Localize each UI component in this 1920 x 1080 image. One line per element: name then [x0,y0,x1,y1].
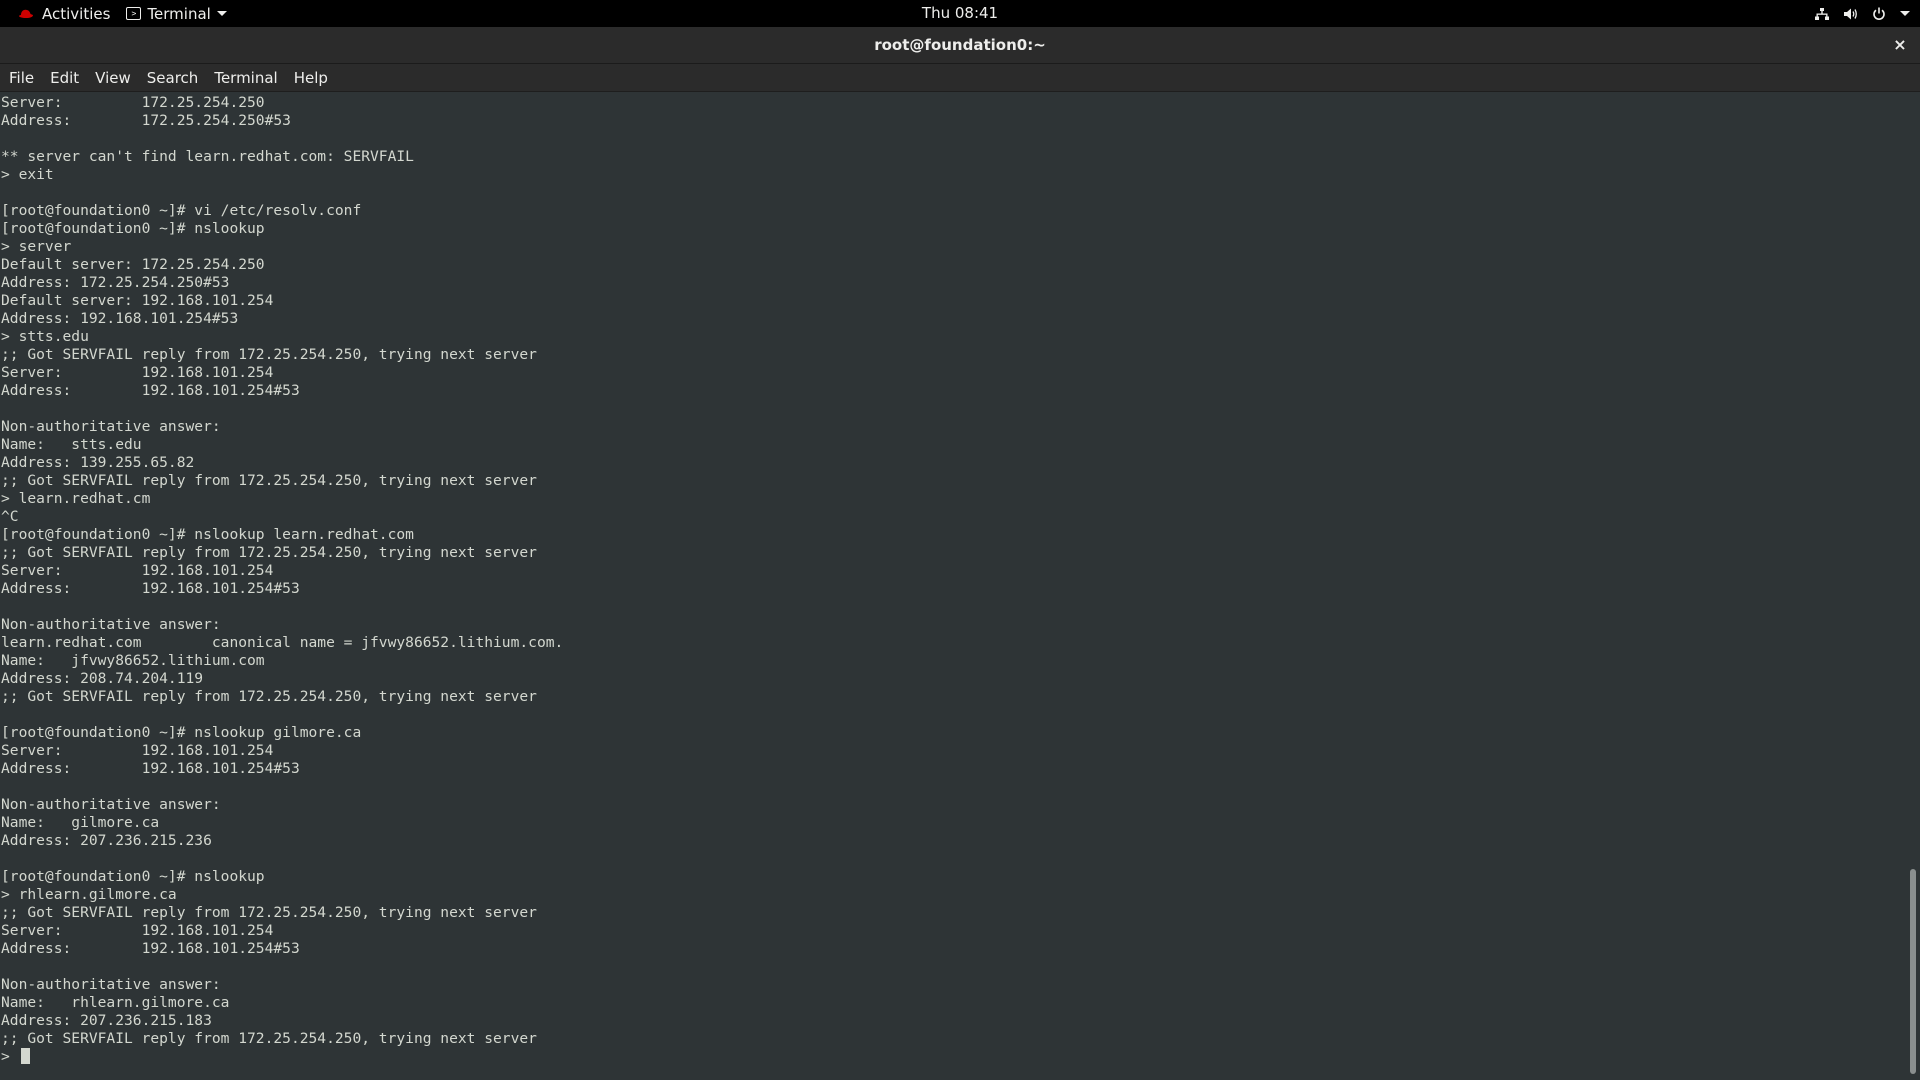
chevron-down-icon [216,11,227,16]
terminal-line: Address: 207.236.215.236 [1,832,212,849]
terminal-line: [root@foundation0 ~]# nslookup gilmore.c… [1,724,362,741]
terminal-line: > rhlearn.gilmore.ca [1,886,177,903]
terminal-line: Address: 192.168.101.254#53 [1,580,300,597]
redhat-logo-icon [19,9,33,18]
terminal-line: Server: 172.25.254.250 [1,94,265,111]
menu-help[interactable]: Help [286,64,336,92]
power-icon [1873,7,1885,20]
app-menu-terminal[interactable]: > Terminal [118,0,234,27]
terminal-line: ;; Got SERVFAIL reply from 172.25.254.25… [1,904,537,921]
terminal-line: > stts.edu [1,328,89,345]
terminal-line: Server: 192.168.101.254 [1,562,274,579]
terminal-line: Address: 172.25.254.250#53 [1,112,291,129]
terminal-line: Non-authoritative answer: [1,616,221,633]
terminal-scrollbar[interactable] [1906,93,1920,1080]
text-cursor [20,1048,30,1064]
terminal-line: Address: 192.168.101.254#53 [1,310,239,327]
top-bar: Activities > Terminal Thu 08:41 [0,0,1920,27]
terminal-line: Name: jfvwy86652.lithium.com [1,652,265,669]
activities-label: Activities [42,4,111,23]
terminal-line: ;; Got SERVFAIL reply from 172.25.254.25… [1,472,537,489]
terminal-line: Default server: 192.168.101.254 [1,292,274,309]
terminal-line: ;; Got SERVFAIL reply from 172.25.254.25… [1,1030,537,1047]
terminal-line: Address: 192.168.101.254#53 [1,940,300,957]
terminal-line: Address: 207.236.215.183 [1,1012,212,1029]
terminal-line: Default server: 172.25.254.250 [1,256,265,273]
terminal-line: > server [1,238,72,255]
terminal-line: ^C [1,508,19,525]
terminal-line: [root@foundation0 ~]# nslookup [1,868,265,885]
terminal-line: Non-authoritative answer: [1,796,221,813]
terminal-app-icon: > [126,7,142,20]
close-icon[interactable]: × [1890,35,1910,55]
clock[interactable]: Thu 08:41 [922,4,998,22]
window-titlebar[interactable]: root@foundation0:~ × [0,27,1920,64]
chevron-down-icon [1900,11,1910,16]
terminal-line: Name: rhlearn.gilmore.ca [1,994,230,1011]
terminal-line: Name: gilmore.ca [1,814,160,831]
top-bar-left: Activities > Terminal [10,0,235,27]
terminal-line: > exit [1,166,54,183]
terminal-line: Non-authoritative answer: [1,418,221,435]
terminal-line: [root@foundation0 ~]# nslookup learn.red… [1,526,414,543]
terminal-line: Name: stts.edu [1,436,142,453]
terminal-output[interactable]: Server: 172.25.254.250 Address: 172.25.2… [0,93,1906,1080]
terminal-line: ;; Got SERVFAIL reply from 172.25.254.25… [1,346,537,363]
menu-search[interactable]: Search [139,64,207,92]
terminal-line: Server: 192.168.101.254 [1,742,274,759]
terminal-text: Server: 172.25.254.250 Address: 172.25.2… [0,94,563,1066]
menu-file[interactable]: File [1,64,42,92]
activities-button[interactable]: Activities [10,0,118,27]
clock-container: Thu 08:41 [0,0,1920,27]
network-icon [1815,7,1829,20]
terminal-line: Non-authoritative answer: [1,976,221,993]
terminal-line: > learn.redhat.cm [1,490,151,507]
terminal-line: ** server can't find learn.redhat.com: S… [1,148,414,165]
terminal-line: [root@foundation0 ~]# vi /etc/resolv.con… [1,202,362,219]
terminal-lines: Server: 172.25.254.250 Address: 172.25.2… [1,94,563,1047]
menu-view[interactable]: View [87,64,139,92]
terminal-line: Address: 139.255.65.82 [1,454,195,471]
volume-icon [1844,8,1857,19]
terminal-line: Server: 192.168.101.254 [1,922,274,939]
terminal-line: Address: 192.168.101.254#53 [1,760,300,777]
terminal-line: Address: 192.168.101.254#53 [1,382,300,399]
terminal-prompt: > [1,1048,10,1065]
terminal-line: learn.redhat.com canonical name = jfvwy8… [1,634,564,651]
scrollbar-thumb[interactable] [1910,869,1916,1074]
menu-bar: File Edit View Search Terminal Help [0,64,1920,92]
terminal-line: [root@foundation0 ~]# nslookup [1,220,265,237]
terminal-line: ;; Got SERVFAIL reply from 172.25.254.25… [1,544,537,561]
terminal-line: Server: 192.168.101.254 [1,364,274,381]
menu-edit[interactable]: Edit [42,64,87,92]
terminal-line: ;; Got SERVFAIL reply from 172.25.254.25… [1,688,537,705]
menu-terminal[interactable]: Terminal [206,64,285,92]
terminal-line: Address: 172.25.254.250#53 [1,274,230,291]
window-title: root@foundation0:~ [874,36,1046,54]
terminal-line: Address: 208.74.204.119 [1,670,204,687]
app-menu-label: Terminal [147,4,211,23]
system-menu[interactable] [1815,0,1910,27]
